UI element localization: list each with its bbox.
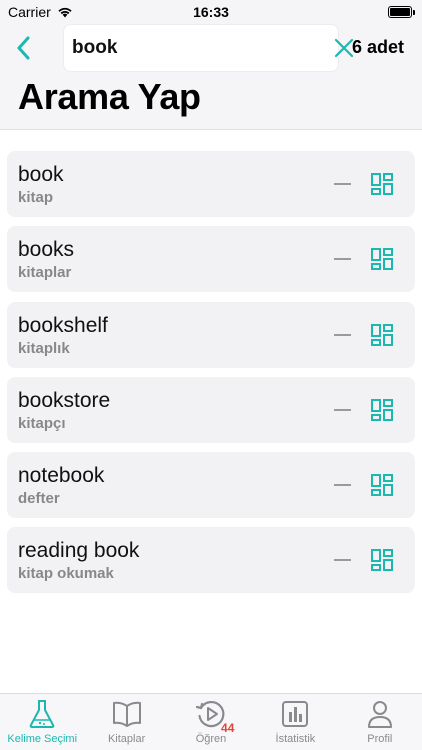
- bar-chart-icon: [279, 698, 311, 730]
- battery-icon: [388, 6, 415, 18]
- word-term: bookstore: [18, 388, 111, 412]
- word-card-book[interactable]: book kitap: [7, 151, 415, 217]
- word-term: notebook: [18, 464, 105, 488]
- page-title: Arama Yap: [18, 76, 201, 117]
- status-bar: Carrier 16:33: [0, 0, 422, 24]
- minus-icon: [333, 333, 351, 336]
- tab-label: İstatistik: [275, 733, 316, 745]
- back-button[interactable]: [10, 34, 36, 62]
- word-card-books[interactable]: books kitaplar: [7, 226, 415, 293]
- tab-label: Profil: [367, 733, 393, 745]
- word-meaning: defter: [18, 490, 60, 508]
- word-term: bookshelf: [18, 313, 108, 337]
- remove-button[interactable]: [332, 475, 352, 495]
- minus-icon: [333, 258, 351, 261]
- status-left: Carrier: [8, 4, 73, 20]
- tab-profil[interactable]: Profil: [338, 694, 422, 750]
- carrier-label: Carrier: [8, 4, 51, 20]
- remove-button[interactable]: [332, 325, 352, 345]
- word-meaning: kitaplar: [18, 264, 72, 282]
- word-term: book: [18, 163, 64, 186]
- remove-button[interactable]: [332, 550, 352, 570]
- tab-bar: Kelime Seçimi Kitaplar 44 Öğren İstatist…: [0, 693, 422, 750]
- minus-icon: [333, 408, 351, 411]
- remove-button[interactable]: [332, 400, 352, 420]
- remove-button[interactable]: [332, 249, 352, 269]
- word-term: books: [18, 238, 75, 262]
- word-card-bookstore[interactable]: bookstore kitapçı: [7, 376, 415, 443]
- wifi-icon: [58, 7, 72, 18]
- tab-ogren[interactable]: 44 Öğren: [169, 694, 253, 750]
- dashboard-icon[interactable]: [370, 398, 394, 422]
- minus-icon: [333, 183, 351, 185]
- word-meaning: kitapçı: [18, 414, 66, 432]
- chevron-left-icon: [17, 36, 30, 60]
- word-term: reading book: [18, 539, 140, 563]
- dashboard-icon[interactable]: [370, 548, 394, 572]
- flask-icon: [26, 698, 58, 730]
- tab-kelime-secimi[interactable]: Kelime Seçimi: [0, 694, 84, 750]
- word-card-notebook[interactable]: notebook defter: [7, 452, 415, 519]
- word-meaning: kitap: [18, 189, 54, 206]
- word-card-reading-book[interactable]: reading book kitap okumak: [7, 527, 415, 594]
- book-open-icon: [111, 698, 143, 730]
- word-meaning: kitap okumak: [18, 565, 114, 583]
- battery-level: [390, 8, 410, 16]
- search-input[interactable]: [72, 37, 334, 59]
- word-list: book kitap books kitaplar bookshelf kita…: [7, 151, 415, 603]
- dashboard-icon[interactable]: [370, 473, 394, 497]
- dashboard-icon[interactable]: [370, 172, 394, 196]
- person-icon: [364, 698, 396, 730]
- search-box: [63, 24, 354, 72]
- navigation-header: 6 adet Arama Yap: [0, 24, 422, 130]
- dashboard-icon[interactable]: [370, 247, 394, 271]
- tab-kitaplar[interactable]: Kitaplar: [84, 694, 168, 750]
- minus-icon: [333, 559, 351, 562]
- tab-label: Kelime Seçimi: [7, 733, 78, 745]
- tab-label: Kitaplar: [107, 733, 146, 745]
- learn-count-badge: 44: [221, 721, 235, 735]
- dashboard-icon[interactable]: [370, 323, 394, 347]
- result-count: 6 adet: [351, 37, 404, 57]
- tab-istatistik[interactable]: İstatistik: [253, 694, 337, 750]
- word-meaning: kitaplık: [18, 339, 70, 357]
- minus-icon: [333, 484, 351, 487]
- word-card-bookshelf[interactable]: bookshelf kitaplık: [7, 301, 415, 368]
- remove-button[interactable]: [332, 174, 352, 194]
